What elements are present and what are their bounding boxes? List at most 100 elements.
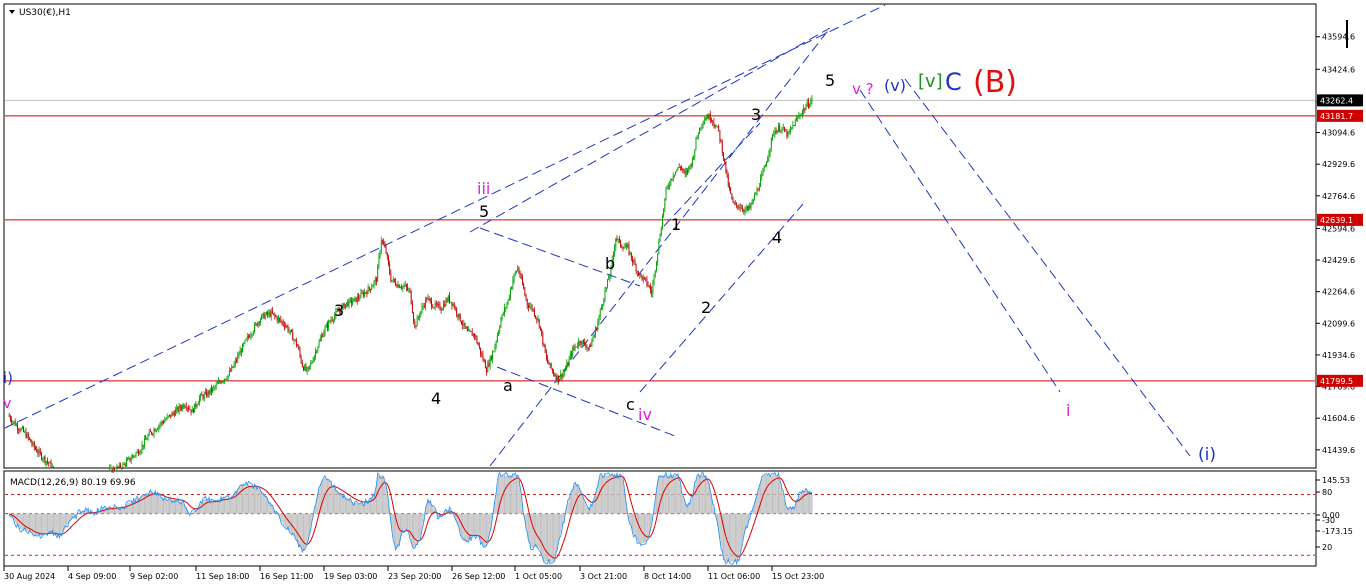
candle-body — [749, 205, 751, 209]
candle-body — [447, 295, 449, 302]
candle-body — [262, 313, 264, 316]
candle-body — [768, 153, 770, 158]
candle-body — [602, 304, 604, 307]
candle-body — [626, 245, 628, 247]
candle-body — [527, 305, 529, 308]
wave-label: 4 — [431, 389, 441, 408]
candle-body — [577, 345, 578, 347]
candle-body — [561, 373, 563, 377]
candle-body — [691, 158, 693, 166]
candle-body — [580, 342, 582, 345]
candle-body — [459, 313, 461, 322]
candle-body — [433, 307, 435, 309]
candle-body — [757, 189, 759, 191]
candle-body — [372, 285, 374, 288]
candle-body — [754, 194, 756, 201]
candle-body — [264, 314, 266, 319]
candle-body — [123, 463, 125, 465]
time-tick-label: 11 Sep 18:00 — [196, 572, 249, 581]
candle-body — [115, 470, 117, 472]
candle-body — [659, 235, 661, 242]
candle-body — [401, 287, 403, 289]
candle-body — [289, 329, 291, 332]
macd-tick-label: 80 — [1322, 488, 1332, 497]
candle-body — [306, 368, 308, 371]
candle-body — [622, 247, 624, 249]
candle-body — [354, 297, 356, 299]
candle-body — [470, 331, 472, 333]
time-tick-label: 3 Oct 21:00 — [580, 572, 627, 581]
candle-body — [682, 168, 684, 171]
price-chart[interactable]: US30(€),H1 MACD(12,26,9) 80.19 69.96 i) v… — [0, 0, 1366, 588]
candle-body — [620, 239, 622, 247]
candle-body — [200, 394, 202, 398]
candle-body — [634, 260, 636, 265]
candle-body — [714, 124, 716, 128]
price-scale-grip[interactable] — [1346, 20, 1348, 48]
candle-body — [811, 98, 813, 102]
candle-body — [465, 327, 467, 329]
candle-body — [553, 370, 555, 375]
candle-body — [19, 430, 21, 431]
candle-body — [786, 130, 788, 137]
candle-body — [665, 187, 667, 199]
wave-label: (i) — [1198, 445, 1216, 465]
candle-body — [390, 273, 392, 282]
candle-body — [798, 115, 800, 118]
candle-body — [751, 200, 753, 205]
candle-body — [120, 464, 121, 469]
candle-body — [651, 290, 653, 294]
candle-body — [554, 374, 556, 376]
candle-body — [468, 330, 470, 332]
price-tick-label: 41934.6 — [1322, 351, 1355, 360]
candle-body — [49, 462, 51, 464]
candle-body — [653, 274, 655, 284]
candle-body — [161, 421, 163, 423]
candle-body — [703, 120, 705, 124]
candle-body — [250, 335, 252, 338]
candle-body — [194, 403, 196, 413]
candle-body — [386, 253, 388, 257]
candle-body — [629, 252, 631, 254]
macd-tick-label: -173.15 — [1322, 527, 1353, 536]
candle-body — [408, 289, 410, 291]
candle-body — [358, 296, 360, 299]
candle-body — [263, 313, 265, 319]
wave-label: 5 — [479, 202, 489, 221]
candle-body — [782, 127, 784, 129]
candle-body — [500, 319, 502, 328]
candle-body — [220, 382, 222, 384]
candle-body — [422, 306, 424, 307]
candle-body — [678, 167, 680, 169]
candle-body — [683, 170, 685, 172]
candle-body — [440, 309, 442, 311]
candle-body — [157, 428, 159, 430]
candle-body — [638, 271, 639, 276]
candle-body — [285, 325, 287, 327]
candle-body — [770, 138, 772, 149]
candle-body — [324, 327, 326, 333]
candle-body — [182, 405, 184, 409]
wave-label: v ? — [852, 80, 874, 98]
candle-body — [734, 202, 736, 204]
candle-body — [804, 108, 806, 110]
wave-label: (v) — [884, 76, 906, 95]
candle-body — [604, 290, 606, 300]
candle-body — [423, 306, 425, 307]
candle-body — [522, 277, 523, 285]
candle-body — [676, 169, 678, 172]
candle-body — [809, 105, 811, 107]
candle-body — [151, 432, 153, 434]
candle-body — [529, 306, 531, 308]
candle-body — [663, 209, 665, 217]
candle-body — [624, 246, 626, 248]
candle-body — [563, 370, 565, 373]
time-tick-label: 26 Sep 12:00 — [452, 572, 505, 581]
candle-body — [214, 386, 216, 388]
candle-body — [313, 355, 315, 361]
candle-body — [760, 178, 762, 188]
macd-axis: 145.53800.00-30-173.1520 — [1316, 476, 1353, 552]
candle-body — [774, 131, 776, 134]
candle-body — [489, 356, 491, 366]
candle-body — [116, 466, 118, 472]
